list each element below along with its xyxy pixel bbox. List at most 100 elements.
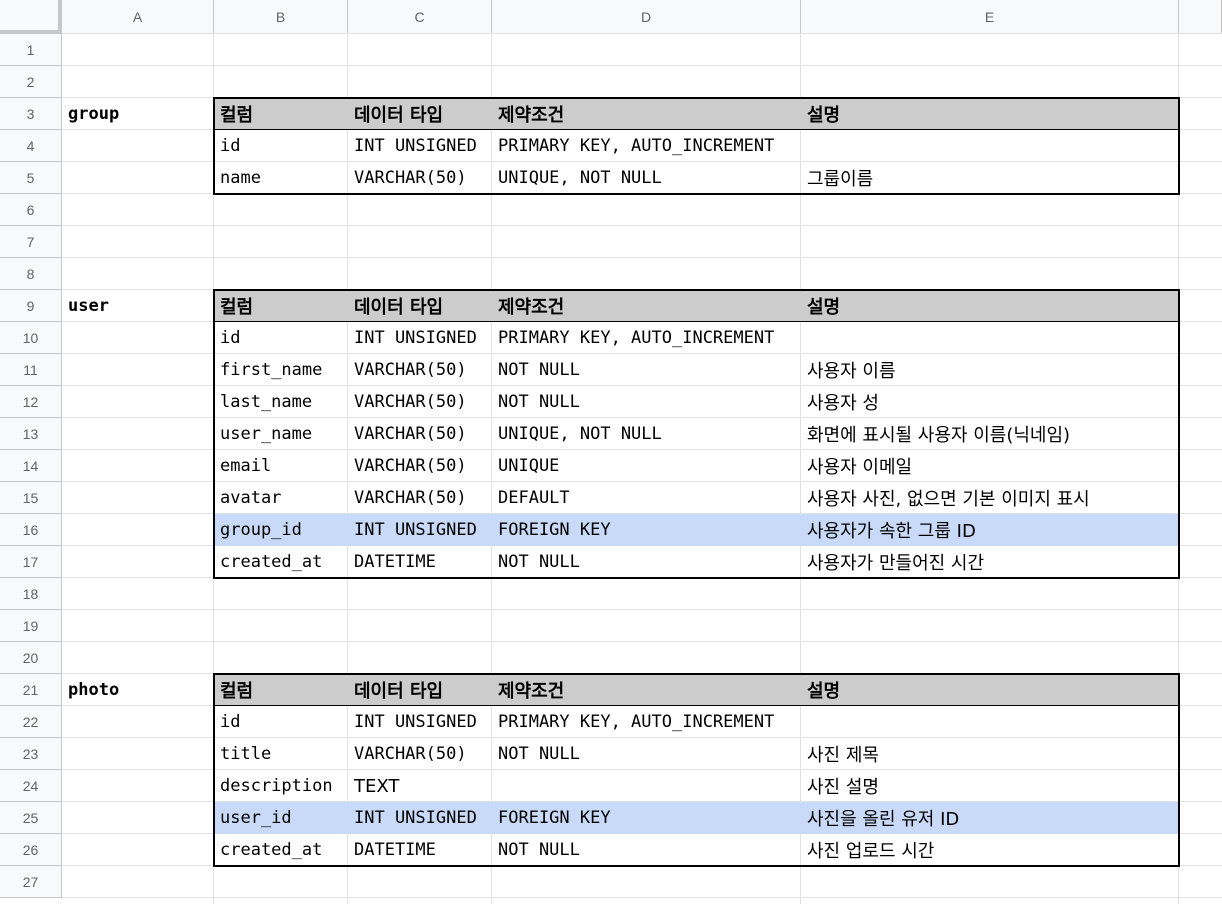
table-cell[interactable]: 사진 업로드 시간 [801, 834, 1179, 866]
table-cell[interactable]: VARCHAR(50) [348, 354, 492, 386]
table-cell[interactable]: 그룹이름 [801, 162, 1179, 194]
table-cell[interactable]: UNIQUE, NOT NULL [492, 418, 801, 450]
row-header-15[interactable]: 15 [0, 482, 62, 514]
row-header-22[interactable]: 22 [0, 706, 62, 738]
row-header-7[interactable]: 7 [0, 226, 62, 258]
table-cell[interactable]: FOREIGN KEY [492, 802, 801, 834]
table-cell[interactable]: DEFAULT [492, 482, 801, 514]
table-cell[interactable]: INT UNSIGNED [348, 130, 492, 162]
column-heading-cell[interactable]: 설명 [801, 290, 1179, 322]
row-header-24[interactable]: 24 [0, 770, 62, 802]
row-header-4[interactable]: 4 [0, 130, 62, 162]
table-cell[interactable]: DATETIME [348, 834, 492, 866]
row-header-26[interactable]: 26 [0, 834, 62, 866]
table-cell[interactable]: VARCHAR(50) [348, 418, 492, 450]
column-heading-cell[interactable]: 데이터 타입 [348, 674, 492, 706]
table-name-photo[interactable]: photo [62, 674, 214, 706]
row-header-6[interactable]: 6 [0, 194, 62, 226]
row-header-12[interactable]: 12 [0, 386, 62, 418]
table-cell[interactable]: created_at [214, 546, 348, 578]
table-cell[interactable]: 사진을 올린 유저 ID [801, 802, 1179, 834]
row-header-13[interactable]: 13 [0, 418, 62, 450]
table-cell[interactable]: 사용자 이름 [801, 354, 1179, 386]
table-cell[interactable]: 사용자 성 [801, 386, 1179, 418]
table-cell[interactable]: NOT NULL [492, 738, 801, 770]
table-cell[interactable]: VARCHAR(50) [348, 482, 492, 514]
column-header-empty[interactable] [1179, 0, 1222, 34]
table-cell[interactable]: VARCHAR(50) [348, 738, 492, 770]
table-cell[interactable]: NOT NULL [492, 834, 801, 866]
row-header-27[interactable]: 27 [0, 866, 62, 898]
table-cell[interactable]: 사진 제목 [801, 738, 1179, 770]
table-cell[interactable]: first_name [214, 354, 348, 386]
table-cell[interactable]: NOT NULL [492, 386, 801, 418]
row-header-14[interactable]: 14 [0, 450, 62, 482]
table-cell[interactable]: 사용자가 속한 그룹 ID [801, 514, 1179, 546]
column-header-a[interactable]: A [62, 0, 214, 34]
row-header-20[interactable]: 20 [0, 642, 62, 674]
column-header-e[interactable]: E [801, 0, 1179, 34]
table-cell[interactable]: id [214, 322, 348, 354]
table-cell[interactable]: DATETIME [348, 546, 492, 578]
table-cell[interactable]: group_id [214, 514, 348, 546]
row-header-19[interactable]: 19 [0, 610, 62, 642]
row-header-16[interactable]: 16 [0, 514, 62, 546]
table-cell[interactable] [801, 706, 1179, 738]
table-cell[interactable]: PRIMARY KEY, AUTO_INCREMENT [492, 130, 801, 162]
table-cell[interactable]: VARCHAR(50) [348, 386, 492, 418]
table-cell[interactable] [801, 322, 1179, 354]
table-cell[interactable]: INT UNSIGNED [348, 706, 492, 738]
table-cell[interactable]: NOT NULL [492, 546, 801, 578]
row-header-2[interactable]: 2 [0, 66, 62, 98]
row-header-18[interactable]: 18 [0, 578, 62, 610]
table-cell[interactable]: created_at [214, 834, 348, 866]
table-cell[interactable]: 사용자 이메일 [801, 450, 1179, 482]
table-cell[interactable]: VARCHAR(50) [348, 450, 492, 482]
table-name-user[interactable]: user [62, 290, 214, 322]
row-header-25[interactable]: 25 [0, 802, 62, 834]
row-header-1[interactable]: 1 [0, 34, 62, 66]
row-header-5[interactable]: 5 [0, 162, 62, 194]
column-header-b[interactable]: B [214, 0, 348, 34]
column-heading-cell[interactable]: 제약조건 [492, 98, 801, 130]
table-cell[interactable] [801, 130, 1179, 162]
column-header-d[interactable]: D [492, 0, 801, 34]
table-cell[interactable]: INT UNSIGNED [348, 322, 492, 354]
table-cell[interactable]: PRIMARY KEY, AUTO_INCREMENT [492, 322, 801, 354]
column-heading-cell[interactable]: 데이터 타입 [348, 98, 492, 130]
table-cell[interactable]: INT UNSIGNED [348, 514, 492, 546]
column-heading-cell[interactable]: 컬럼 [214, 290, 348, 322]
row-header-3[interactable]: 3 [0, 98, 62, 130]
column-heading-cell[interactable]: 제약조건 [492, 290, 801, 322]
table-cell[interactable]: last_name [214, 386, 348, 418]
table-cell[interactable]: VARCHAR(50) [348, 162, 492, 194]
table-cell[interactable]: UNIQUE [492, 450, 801, 482]
row-header-9[interactable]: 9 [0, 290, 62, 322]
column-heading-cell[interactable]: 컬럼 [214, 674, 348, 706]
table-cell[interactable]: name [214, 162, 348, 194]
row-header-17[interactable]: 17 [0, 546, 62, 578]
table-cell[interactable]: user_name [214, 418, 348, 450]
table-cell[interactable]: id [214, 130, 348, 162]
column-heading-cell[interactable]: 제약조건 [492, 674, 801, 706]
table-cell[interactable]: UNIQUE, NOT NULL [492, 162, 801, 194]
table-cell[interactable]: 사용자가 만들어진 시간 [801, 546, 1179, 578]
table-cell[interactable]: NOT NULL [492, 354, 801, 386]
column-heading-cell[interactable]: 설명 [801, 98, 1179, 130]
table-cell[interactable]: INT UNSIGNED [348, 802, 492, 834]
table-cell[interactable]: description [214, 770, 348, 802]
table-cell[interactable]: id [214, 706, 348, 738]
table-cell[interactable]: TEXT [348, 770, 492, 802]
table-cell[interactable] [492, 770, 801, 802]
row-header-21[interactable]: 21 [0, 674, 62, 706]
table-cell[interactable]: user_id [214, 802, 348, 834]
column-heading-cell[interactable]: 설명 [801, 674, 1179, 706]
table-cell[interactable]: email [214, 450, 348, 482]
table-name-group[interactable]: group [62, 98, 214, 130]
row-header-11[interactable]: 11 [0, 354, 62, 386]
table-cell[interactable]: 화면에 표시될 사용자 이름(닉네임) [801, 418, 1179, 450]
column-heading-cell[interactable]: 컬럼 [214, 98, 348, 130]
column-header-c[interactable]: C [348, 0, 492, 34]
row-header-23[interactable]: 23 [0, 738, 62, 770]
table-cell[interactable]: 사진 설명 [801, 770, 1179, 802]
